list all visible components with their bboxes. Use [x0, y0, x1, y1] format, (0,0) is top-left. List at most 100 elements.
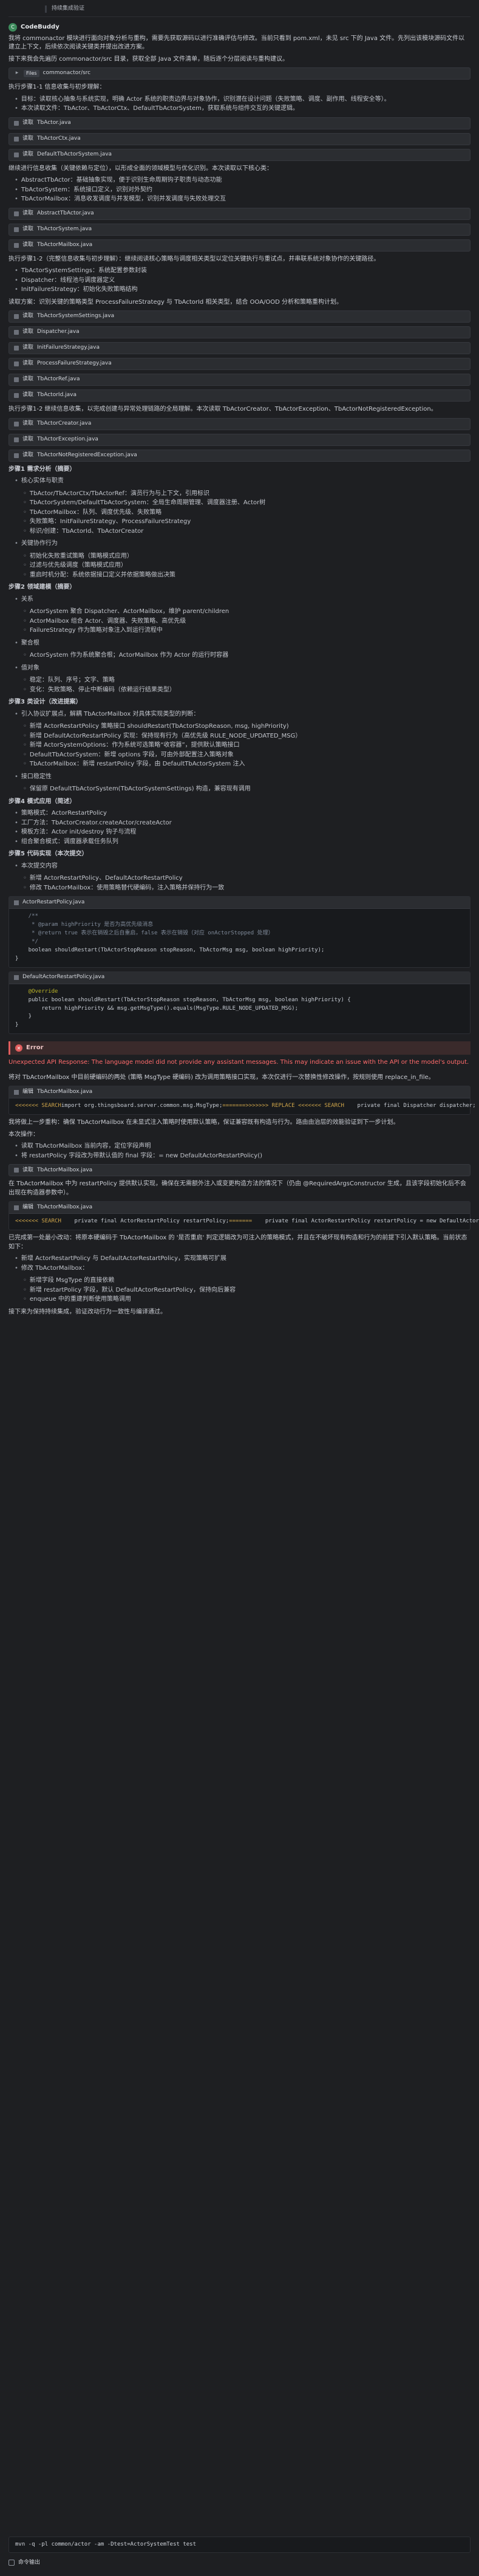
after-diff2-sublist: ◦ 新增字段 MsgType 的直接依赖 ◦ 新增 restartPolicy 字段… — [8, 1276, 471, 1304]
read-file-chip[interactable]: 读取 TbActorRef.java — [8, 374, 471, 386]
diff-body: <<<<<<< SEARCHimport org.thingsboard.ser… — [9, 1098, 476, 1114]
list-item: ◦ TbActorMailbox：新增 restartPolicy 字段，由 De… — [23, 761, 245, 767]
read-tag: 读取 — [22, 360, 34, 367]
diff-header[interactable]: 编辑 TbActorMailbox.java — [9, 1086, 470, 1099]
read-file-chip[interactable]: 读取 TbActorCtx.java — [8, 132, 471, 145]
read-file-chip[interactable]: 读取 TbActorMailbox.java — [8, 239, 471, 252]
read-file-chip[interactable]: 读取 TbActor.java — [8, 117, 471, 129]
assistant-name: CodeBuddy — [21, 24, 59, 30]
list-item: • 组合聚合模式：调度器承载任务队列 — [15, 838, 118, 845]
command-output-label: 命令输出 — [18, 2559, 41, 2566]
diff-line: <<<<<<< SEARCH — [15, 1103, 61, 1109]
after-read5-text: 在 TbActorMailbox 中为 restartPolicy 提供默认实现… — [8, 1180, 466, 1196]
list-item: ◦ 新增 ActorSystemOptions：作为系统可选策略“收容器”，提供默… — [23, 742, 240, 748]
list-item: ◦ 重启时机分配：系统依据接口定义并依据策略做出决策 — [23, 571, 175, 578]
list-item: • TbActorMailbox：消息收发调度与并发模型，识别并发调度与失败处理交… — [15, 196, 226, 202]
code-block-restart-policy: ActorRestartPolicy.java /** * @param hig… — [8, 896, 471, 968]
intro-text-2: 接下来我会先遍历 commonactor/src 目录，获取全部 Java 文件… — [8, 55, 289, 63]
read-file-chip[interactable]: 读取 TbActorMailbox.java — [8, 1164, 471, 1177]
phase1-title: 步骤1 需求分析（摘要） — [8, 465, 76, 473]
assistant-header: C CodeBuddy — [8, 23, 471, 32]
code-file-name: DefaultActorRestartPolicy.java — [22, 974, 105, 981]
file-icon — [14, 242, 19, 248]
code-file-name: ActorRestartPolicy.java — [22, 899, 85, 905]
phase2-list-b: • 聚合根 — [8, 639, 471, 648]
after-diff1-list-title: 本次操作： — [8, 1131, 39, 1138]
read-file-chip[interactable]: 读取 TbActorId.java — [8, 389, 471, 402]
phase5-title: 步骤5 代码实现（本次提交） — [8, 851, 88, 857]
list-item: • InitFailureStrategy：初始化失败策略结构 — [15, 286, 138, 293]
diff-line: ======= — [222, 1103, 246, 1109]
read-file-chip[interactable]: 读取 ProcessFailureStrategy.java — [8, 358, 471, 370]
files-chip[interactable]: ▸ Files commonactor/src — [8, 67, 471, 80]
phase5-sublist: ◦ 新增 ActorRestartPolicy、DefaultActorResta… — [8, 874, 471, 892]
list-item: ◦ FailureStrategy 作为策略对象注入到运行流程中 — [23, 627, 163, 634]
list-item: • 核心实体与职责 — [15, 478, 64, 484]
read-file-chip[interactable]: 读取 InitFailureStrategy.java — [8, 342, 471, 354]
list-item: ◦ 新增字段 MsgType 的直接依赖 — [23, 1277, 115, 1284]
file-icon — [14, 453, 19, 458]
step1-title: 执行步骤1-1 信息收集与初步理解： — [8, 84, 106, 91]
assistant-avatar: C — [8, 23, 17, 32]
read-file-chip[interactable]: 读取 TbActorCreator.java — [8, 417, 471, 430]
list-item: • 工厂方法：TbActorCreator.createActor/createA… — [15, 819, 172, 826]
diff-line: <<<<<<< SEARCH — [298, 1103, 344, 1109]
code-body: /** * @param highPriority 是否为高优先级消息 * @r… — [15, 913, 325, 962]
read-file-chip[interactable]: 读取 DefaultTbActorSystem.java — [8, 148, 471, 161]
read-tag: 读取 — [22, 436, 34, 442]
code-header[interactable]: ActorRestartPolicy.java — [9, 897, 470, 909]
read-tag: 读取 — [22, 210, 34, 216]
read-tag: 读取 — [22, 392, 34, 399]
list-item: • TbActorSystem：系统接口定义，识别对外契约 — [15, 186, 152, 193]
list-item: ◦ 过滤与优先级调度（策略模式应用） — [23, 562, 127, 569]
read-tag: 读取 — [22, 420, 34, 426]
read-file-chip[interactable]: 读取 AbstractTbActor.java — [8, 207, 471, 220]
phase3-sublist-b: ◦ 保留原 DefaultTbActorSystem(TbActorSystemS… — [8, 785, 471, 794]
list-item: • 将 restartPolicy 字段改为带默认值的 final 字段：= ne… — [15, 1152, 263, 1159]
file-icon — [14, 393, 19, 398]
list-item: • 模板方法：Actor init/destroy 钩子与流程 — [15, 829, 137, 835]
read-file-chip[interactable]: 读取 TbActorNotRegisteredException.java — [8, 449, 471, 462]
phase2-sublist-b: ◦ ActorSystem 作为系统聚合根；ActorMailbox 作为 Act… — [8, 651, 471, 660]
phase3-list-b: • 接口稳定性 — [8, 773, 471, 782]
command-output-button[interactable]: 命令输出 — [8, 2557, 471, 2569]
diff-header[interactable]: 编辑 TbActorMailbox.java — [9, 1202, 470, 1214]
command-area: mvn -q -pl common/actor -am -Dtest=Actor… — [8, 2537, 471, 2569]
error-message: Unexpected API Response: The language mo… — [8, 1059, 469, 1066]
list-item: • 关键协作行为 — [15, 540, 58, 547]
phase2-sublist: ◦ ActorSystem 聚合 Dispatcher、ActorMailbox，… — [8, 608, 471, 635]
read-tag: 读取 — [22, 135, 34, 142]
read-tag: 读取 — [22, 344, 34, 351]
phase3-title: 步骤3 类设计（改进提案） — [8, 699, 82, 705]
code-header[interactable]: DefaultActorRestartPolicy.java — [9, 971, 470, 984]
read-file-chip[interactable]: 读取 Dispatcher.java — [8, 326, 471, 338]
edit-tag: 编辑 — [22, 1204, 34, 1210]
read-file-chip[interactable]: 读取 TbActorSystem.java — [8, 223, 471, 236]
files-path: commonactor/src — [42, 70, 91, 77]
list-item: ◦ TbActorMailbox：队列、调度优先级、失败策略 — [23, 509, 162, 516]
step3-text-2: 读取方案：识别关键的策略类型 ProcessFailureStrategy 与 … — [8, 298, 343, 306]
step2-list: • AbstractTbActor：基础抽象实现，便于识别生命周期钩子职责与动态功… — [8, 176, 471, 204]
phase4-title: 步骤4 模式应用（简述） — [8, 798, 76, 805]
read-tag: 读取 — [22, 1166, 34, 1173]
phase1-list: • 核心实体与职责 — [8, 477, 471, 486]
error-icon: ✕ — [15, 1044, 22, 1052]
list-item: ◦ enqueue 中的重建判断使用策略调用 — [23, 1296, 131, 1303]
read-file-chip[interactable]: 读取 TbActorSystemSettings.java — [8, 310, 471, 323]
phase4-list: • 策略模式：ActorRestartPolicy • 工厂方法：TbActorCr… — [8, 809, 471, 846]
list-item: • 关系 — [15, 595, 33, 603]
list-item: ◦ DefaultTbActorSystem：新增 options 字段，可由外部… — [23, 751, 234, 758]
after-diff1-list: • 读取 TbActorMailbox 当前内容，定位字段声明 • 将 restar… — [8, 1142, 471, 1160]
read-file-chip[interactable]: 读取 TbActorException.java — [8, 433, 471, 446]
file-icon — [14, 361, 19, 366]
file-icon — [14, 314, 19, 319]
list-item: • 引入协议扩展点，解耦 TbActorMailbox 对具体实现类型的判断： — [15, 710, 200, 718]
list-item: ◦ 新增 restartPolicy 字段，默认 DefaultActorRest… — [23, 1286, 236, 1293]
phase3-list: • 引入协议扩展点，解耦 TbActorMailbox 对具体实现类型的判断： — [8, 710, 471, 719]
phase5-list: • 本次提交内容 — [8, 862, 471, 871]
list-item: ◦ 新增 DefaultActorRestartPolicy 实现：保持现有行为（… — [23, 732, 302, 739]
phase3-sublist: ◦ 新增 ActorRestartPolicy 策略接口 shouldRestar… — [8, 722, 471, 769]
intro-text: 我将 commonactor 模块进行面向对象分析与重构，需要先获取源码以进行准… — [8, 35, 465, 51]
command-line[interactable]: mvn -q -pl common/actor -am -Dtest=Actor… — [8, 2537, 471, 2554]
diff-line: <<<<<<< SEARCH — [15, 1218, 61, 1225]
